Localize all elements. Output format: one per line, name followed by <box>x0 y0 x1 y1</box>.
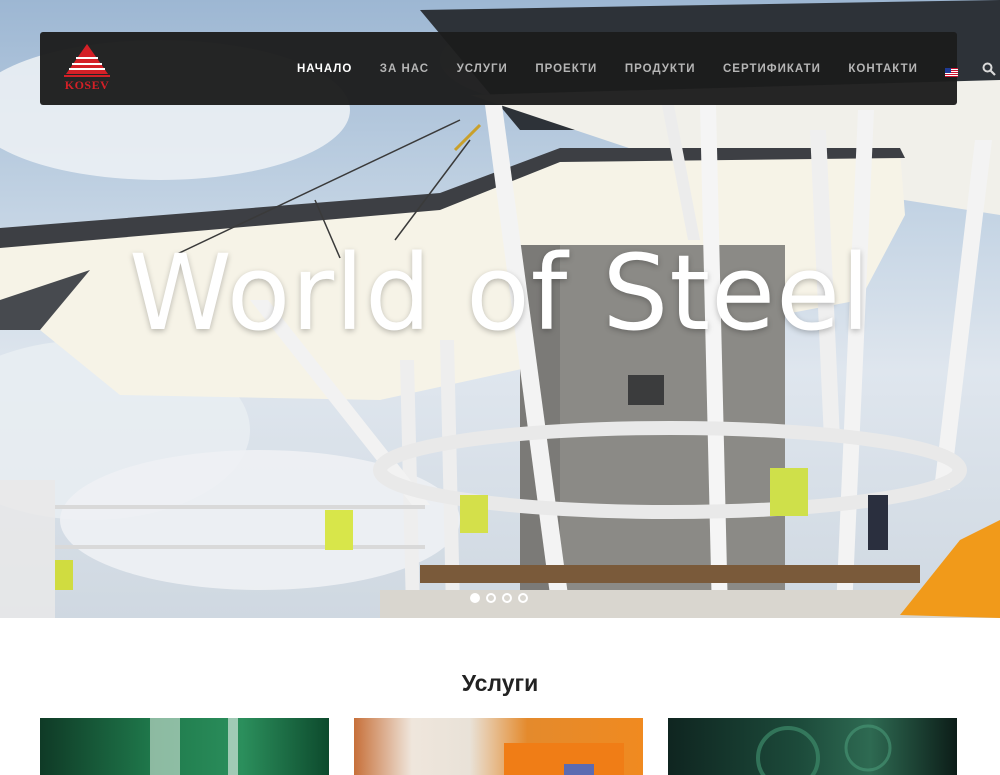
service-card-2-image <box>504 743 624 775</box>
nav-item-about[interactable]: ЗА НАС <box>380 63 429 75</box>
kosev-logo[interactable]: KOSEV <box>62 42 112 94</box>
slide-dot-1[interactable] <box>470 593 480 603</box>
main-navbar: KOSEV НАЧАЛО ЗА НАС УСЛУГИ ПРОЕКТИ ПРОДУ… <box>40 32 997 105</box>
services-heading: Услуги <box>461 670 539 696</box>
service-card-2[interactable] <box>354 718 643 775</box>
service-card-1[interactable] <box>40 718 329 775</box>
nav-item-home[interactable]: НАЧАЛО <box>297 63 352 75</box>
service-card-1-image <box>150 718 238 775</box>
nav-item-certificates[interactable]: СЕРТИФИКАТИ <box>723 63 821 75</box>
slide-dot-2[interactable] <box>486 593 496 603</box>
search-icon[interactable] <box>982 62 997 76</box>
nav-item-services[interactable]: УСЛУГИ <box>457 63 508 75</box>
us-flag-icon[interactable] <box>945 64 959 77</box>
service-card-3[interactable] <box>668 718 957 775</box>
nav-item-projects[interactable]: ПРОЕКТИ <box>535 63 597 75</box>
nav-item-contacts[interactable]: КОНТАКТИ <box>848 63 917 75</box>
logo-text: KOSEV <box>64 78 110 92</box>
logo-mark-icon <box>64 44 110 77</box>
nav-item-products[interactable]: ПРОДУКТИ <box>625 63 696 75</box>
slide-dot-4[interactable] <box>518 593 528 603</box>
hero-title: World of Steel <box>128 232 872 354</box>
main-menu: НАЧАЛО ЗА НАС УСЛУГИ ПРОЕКТИ ПРОДУКТИ СЕ… <box>297 32 997 105</box>
slider-pagination[interactable] <box>470 593 528 603</box>
service-card-3-image <box>756 724 892 775</box>
slide-dot-3[interactable] <box>502 593 512 603</box>
